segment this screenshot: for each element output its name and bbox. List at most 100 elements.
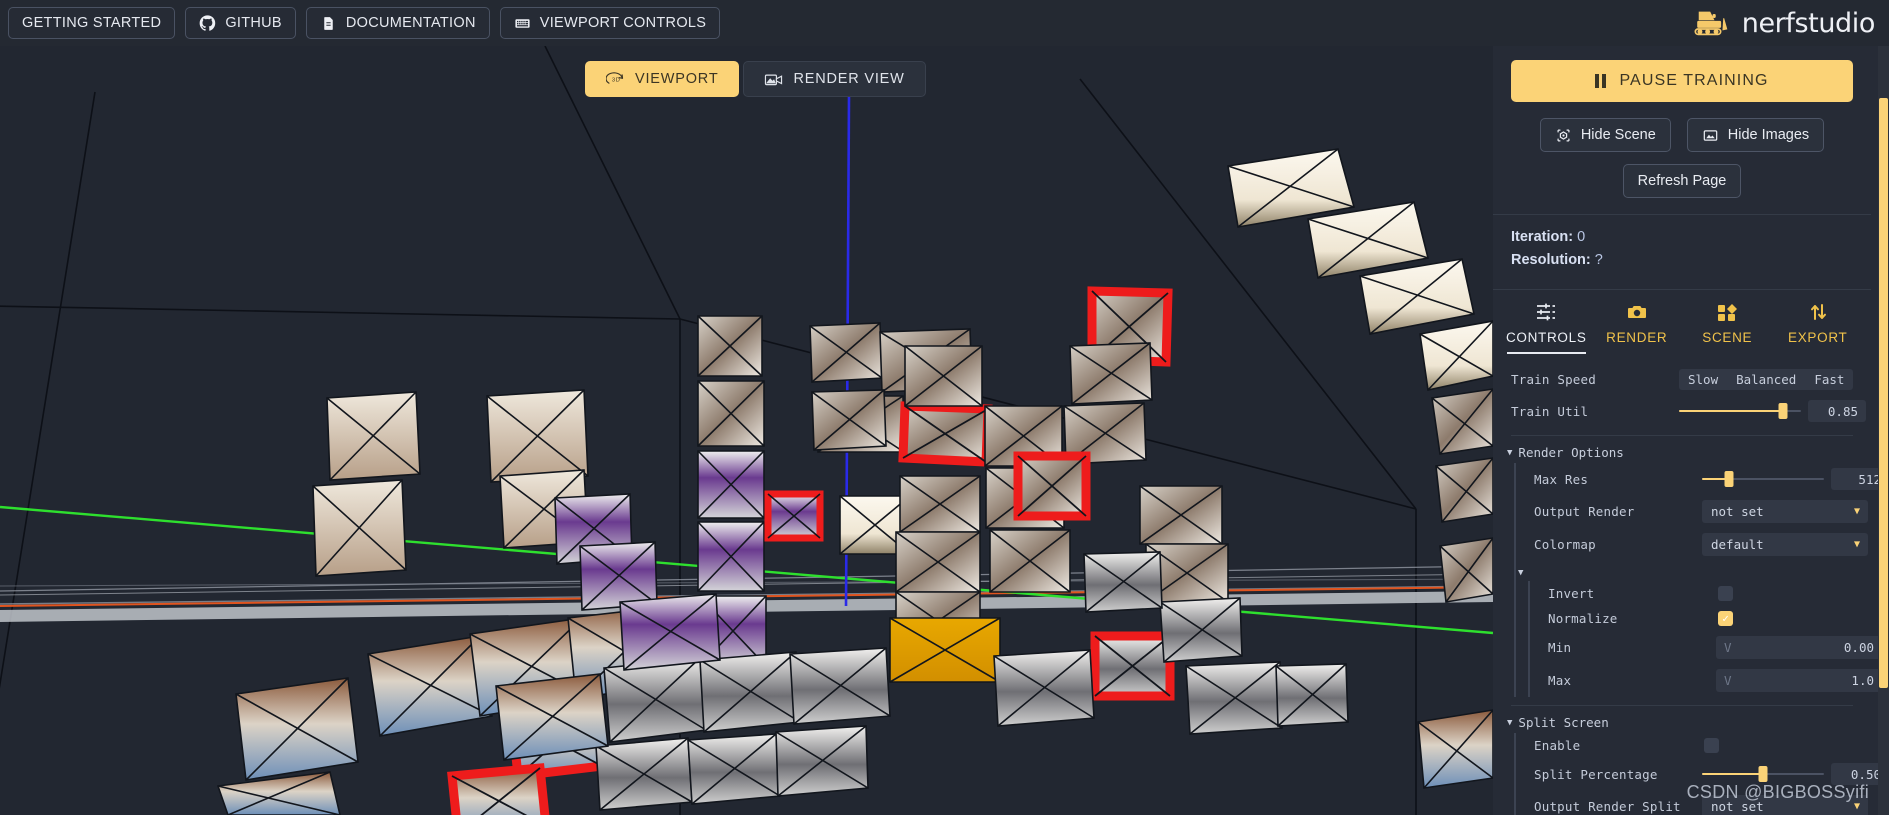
split-enable-checkbox[interactable] <box>1704 738 1719 753</box>
control-sidebar: PAUSE TRAINING Hide Scene Hide Images Re… <box>1493 46 1889 815</box>
train-speed-option-balanced[interactable]: Balanced <box>1727 369 1805 390</box>
nerfstudio-viewer: GETTING STARTED GITHUB DOCUMENTATION VIE… <box>0 0 1889 815</box>
camera-frustum <box>1139 485 1223 545</box>
scene-render <box>0 46 1493 815</box>
train-util-label: Train Util <box>1511 403 1589 419</box>
resolution-value: ? <box>1594 252 1603 268</box>
train-util-row: Train Util 0.85 <box>1493 395 1871 427</box>
split-percentage-slider[interactable] <box>1702 766 1824 782</box>
documentation-button[interactable]: DOCUMENTATION <box>305 7 490 39</box>
video-camera-icon <box>764 71 783 88</box>
getting-started-button[interactable]: GETTING STARTED <box>8 7 176 39</box>
render-options-group-body: Max Res 512 Output Render not set ▼ Colo… <box>1514 463 1889 697</box>
max-prefix: V <box>1724 673 1732 688</box>
pause-training-button[interactable]: PAUSE TRAINING <box>1511 60 1853 102</box>
hide-scene-button[interactable]: Hide Scene <box>1539 118 1671 152</box>
train-speed-label: Train Speed <box>1511 372 1596 387</box>
keyboard-icon <box>514 15 531 32</box>
tab-viewport[interactable]: 3D VIEWPORT <box>585 61 740 97</box>
camera-frustum <box>1417 709 1493 789</box>
tab-scene[interactable]: SCENE <box>1682 290 1773 354</box>
split-screen-group-body: Enable Split Percentage 0.50 Output Rend… <box>1514 733 1889 815</box>
tab-controls[interactable]: CONTROLS <box>1501 290 1592 354</box>
train-util-value[interactable]: 0.85 <box>1808 400 1866 422</box>
camera-frustum <box>697 315 763 377</box>
max-input[interactable]: V 1.0 <box>1716 669 1882 692</box>
chevron-down-icon: ▼ <box>1507 447 1513 458</box>
invert-checkbox[interactable] <box>1718 586 1733 601</box>
train-speed-option-fast[interactable]: Fast <box>1805 369 1853 390</box>
render-colormap-subgroup-header[interactable]: ▼ <box>1516 561 1871 581</box>
up-down-arrows-icon <box>1773 298 1864 326</box>
hide-images-button[interactable]: Hide Images <box>1686 118 1825 152</box>
viewport-controls-button[interactable]: VIEWPORT CONTROLS <box>499 7 721 39</box>
3d-viewport[interactable]: 3D VIEWPORT RENDER VIEW <box>0 46 1493 815</box>
hide-images-label: Hide Images <box>1727 127 1810 143</box>
train-speed-row: Train Speed Slow Balanced Fast <box>1493 364 1871 395</box>
chevron-down-icon: ▼ <box>1853 801 1860 812</box>
normalize-label: Normalize <box>1548 611 1618 626</box>
normalize-row: Normalize <box>1530 606 1871 631</box>
camera-frustum <box>1439 537 1493 603</box>
camera-frustum <box>619 593 721 671</box>
getting-started-label: GETTING STARTED <box>22 15 162 31</box>
split-percentage-row: Split Percentage 0.50 <box>1516 758 1889 790</box>
refresh-page-button[interactable]: Refresh Page <box>1622 164 1742 198</box>
train-speed-option-slow[interactable]: Slow <box>1679 369 1727 390</box>
camera-frustum <box>595 737 693 811</box>
camera-frustum <box>603 657 707 743</box>
camera-frustum <box>895 531 981 593</box>
camera-frustum <box>904 345 983 407</box>
tab-render[interactable]: RENDER <box>1592 290 1683 354</box>
max-value: 1.0 <box>1851 673 1874 688</box>
svg-text:3D: 3D <box>612 77 621 83</box>
sidebar-scrollbar-thumb[interactable] <box>1879 98 1888 688</box>
camera-frustum <box>697 380 765 447</box>
camera-frustum-selected <box>1013 451 1091 521</box>
camera-frustum-selected <box>764 490 824 542</box>
camera-frustum <box>775 725 869 797</box>
brand-logo: nerfstudio <box>1690 2 1875 44</box>
pause-training-label: PAUSE TRAINING <box>1619 72 1769 89</box>
render-options-group-header[interactable]: ▼ Render Options <box>1493 438 1871 463</box>
camera-frustum <box>312 479 407 577</box>
camera-frustum <box>1435 457 1493 523</box>
min-input[interactable]: V 0.00 <box>1716 636 1882 659</box>
github-label: GITHUB <box>225 15 282 31</box>
camera-frustum <box>811 389 887 451</box>
sidebar-scrollbar-track[interactable] <box>1878 46 1889 815</box>
camera-frustum <box>687 733 781 805</box>
refresh-page-label: Refresh Page <box>1637 173 1727 189</box>
camera-frustum <box>789 647 891 725</box>
documentation-label: DOCUMENTATION <box>345 15 476 31</box>
max-label: Max <box>1548 673 1572 688</box>
camera-frustum <box>699 651 801 733</box>
max-res-slider[interactable] <box>1702 471 1824 487</box>
github-button[interactable]: GITHUB <box>185 7 296 39</box>
divider <box>1511 435 1853 436</box>
output-render-value: not set <box>1711 504 1764 519</box>
iteration-label: Iteration: <box>1511 229 1574 245</box>
output-render-select[interactable]: not set ▼ <box>1702 500 1868 523</box>
split-screen-group-header[interactable]: ▼ Split Screen <box>1493 708 1871 733</box>
render-colormap-label: Colormap <box>1534 537 1596 552</box>
tab-render-view[interactable]: RENDER VIEW <box>743 61 926 97</box>
camera-frustum-selected <box>447 763 550 815</box>
output-render-row: Output Render not set ▼ <box>1516 495 1871 528</box>
tab-export-label: EXPORT <box>1788 330 1848 345</box>
split-screen-label: Split Screen <box>1518 715 1609 730</box>
camera-frustum-selected <box>1090 631 1175 701</box>
output-render-split-select[interactable]: not set ▼ <box>1702 795 1868 815</box>
grid-shapes-icon <box>1682 298 1773 326</box>
viewport-controls-label: VIEWPORT CONTROLS <box>539 15 707 31</box>
render-colormap-subgroup-body: Invert Normalize Min <box>1528 581 1882 697</box>
normalize-checkbox[interactable] <box>1718 611 1733 626</box>
tab-export[interactable]: EXPORT <box>1773 290 1864 354</box>
sidebar-tabs: CONTROLS RENDER SCENE EXPORT <box>1493 290 1871 354</box>
render-colormap-select[interactable]: default ▼ <box>1702 533 1868 556</box>
camera-frustum <box>993 649 1095 727</box>
tab-viewport-label: VIEWPORT <box>635 71 719 87</box>
train-speed-segmented[interactable]: Slow Balanced Fast <box>1679 369 1854 390</box>
tab-controls-label: CONTROLS <box>1505 330 1587 345</box>
train-util-slider[interactable] <box>1679 403 1801 419</box>
